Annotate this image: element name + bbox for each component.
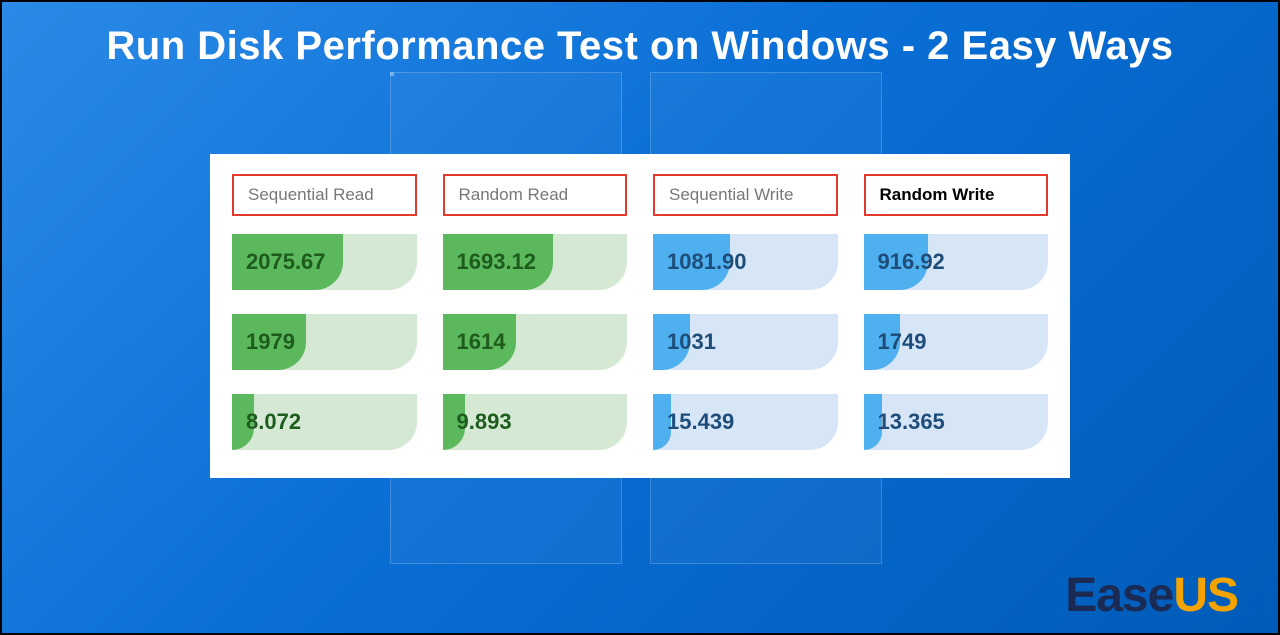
result-cell: 13.365 [864,394,1049,450]
benchmark-panel: Sequential Read 2075.67 1979 8.072 Rando… [210,154,1070,478]
result-value: 15.439 [667,394,734,450]
benchmark-grid: Sequential Read 2075.67 1979 8.072 Rando… [232,174,1048,450]
result-value: 1081.90 [667,234,747,290]
col-sequential-write: Sequential Write 1081.90 1031 15.439 [653,174,838,450]
result-cell: 1749 [864,314,1049,370]
result-cell: 9.893 [443,394,628,450]
col-header[interactable]: Random Read [443,174,628,216]
result-cell: 1614 [443,314,628,370]
page-title: Run Disk Performance Test on Windows - 2… [2,24,1278,69]
brand-logo: EaseUS [1065,568,1238,623]
result-cell: 916.92 [864,234,1049,290]
brand-part1: Ease [1065,568,1173,623]
result-cell: 8.072 [232,394,417,450]
result-value: 9.893 [457,394,512,450]
result-cell: 15.439 [653,394,838,450]
result-value: 916.92 [878,234,945,290]
result-cell: 1031 [653,314,838,370]
result-value: 13.365 [878,394,945,450]
result-value: 1749 [878,314,927,370]
result-value: 1979 [246,314,295,370]
result-cell: 2075.67 [232,234,417,290]
result-value: 1693.12 [457,234,537,290]
result-value: 1031 [667,314,716,370]
result-value: 1614 [457,314,506,370]
col-header[interactable]: Sequential Write [653,174,838,216]
col-header[interactable]: Sequential Read [232,174,417,216]
result-cell: 1693.12 [443,234,628,290]
result-cell: 1979 [232,314,417,370]
col-random-write: Random Write 916.92 1749 13.365 [864,174,1049,450]
col-header[interactable]: Random Write [864,174,1049,216]
result-cell: 1081.90 [653,234,838,290]
result-value: 8.072 [246,394,301,450]
viewport: Run Disk Performance Test on Windows - 2… [2,2,1278,633]
result-value: 2075.67 [246,234,326,290]
col-random-read: Random Read 1693.12 1614 9.893 [443,174,628,450]
brand-part2: US [1173,568,1238,623]
col-sequential-read: Sequential Read 2075.67 1979 8.072 [232,174,417,450]
